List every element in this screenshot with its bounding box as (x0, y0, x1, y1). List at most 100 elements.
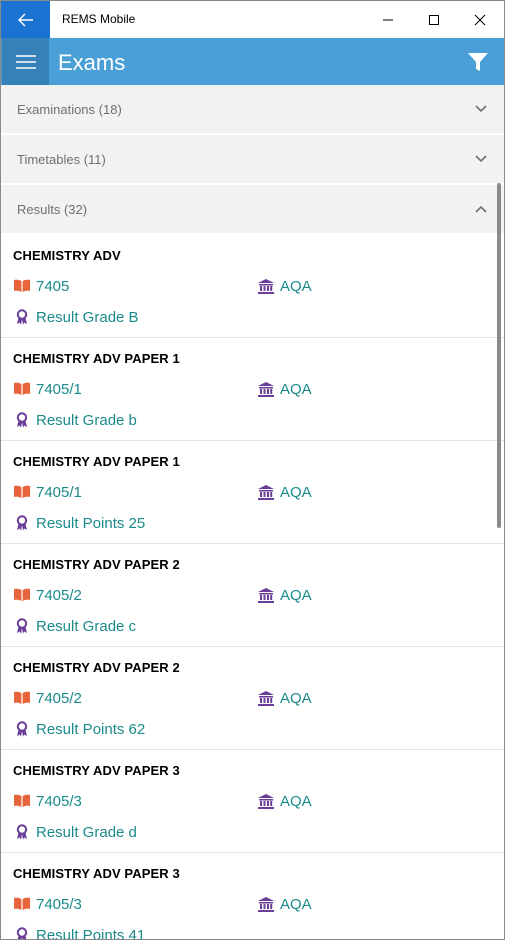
close-icon (474, 14, 486, 25)
section-results[interactable]: Results (32) (1, 185, 504, 235)
book-icon (13, 586, 31, 604)
institution-icon (257, 380, 275, 398)
institution-icon (257, 277, 275, 295)
institution-icon (257, 586, 275, 604)
board-value: AQA (280, 483, 312, 501)
list-item[interactable]: CHEMISTRY ADV 7405 AQA Result Grade B (1, 235, 504, 338)
book-icon (13, 689, 31, 707)
page-title: Exams (58, 50, 126, 75)
results-list: CHEMISTRY ADV 7405 AQA Result Grade B CH… (1, 235, 504, 940)
exam-board: AQA (257, 482, 312, 502)
exam-board: AQA (257, 894, 312, 914)
list-item[interactable]: CHEMISTRY ADV PAPER 3 7405/3 AQA Result … (1, 750, 504, 853)
item-title: CHEMISTRY ADV PAPER 1 (13, 351, 180, 366)
content-area: Examinations (18) Timetables (11) Result… (1, 85, 504, 940)
result-value: Result Points 41 (36, 926, 146, 940)
exam-code: 7405/1 (13, 379, 82, 399)
exam-result: Result Points 41 (13, 925, 146, 940)
exam-code: 7405/3 (13, 791, 82, 811)
exam-board: AQA (257, 276, 312, 296)
section-label: Results (32) (17, 202, 88, 217)
close-button[interactable] (457, 1, 503, 38)
board-value: AQA (280, 586, 312, 604)
minimize-button[interactable] (365, 1, 411, 38)
exam-result: Result Points 62 (13, 719, 145, 739)
exam-result: Result Grade c (13, 616, 136, 636)
chevron-down-icon (475, 155, 487, 163)
award-ribbon-icon (13, 926, 31, 939)
award-ribbon-icon (13, 617, 31, 635)
exam-board: AQA (257, 585, 312, 605)
exam-board: AQA (257, 379, 312, 399)
exam-code: 7405 (13, 276, 69, 296)
award-ribbon-icon (13, 514, 31, 532)
section-examinations[interactable]: Examinations (18) (1, 85, 504, 135)
item-title: CHEMISTRY ADV PAPER 2 (13, 557, 180, 572)
code-value: 7405/2 (36, 689, 82, 707)
institution-icon (257, 895, 275, 913)
list-item[interactable]: CHEMISTRY ADV PAPER 2 7405/2 AQA Result … (1, 647, 504, 750)
list-item[interactable]: CHEMISTRY ADV PAPER 2 7405/2 AQA Result … (1, 544, 504, 647)
result-value: Result Grade B (36, 308, 139, 326)
board-value: AQA (280, 380, 312, 398)
maximize-button[interactable] (411, 1, 457, 38)
list-item[interactable]: CHEMISTRY ADV PAPER 1 7405/1 AQA Result … (1, 441, 504, 544)
chevron-down-icon (475, 105, 487, 113)
back-button[interactable] (1, 1, 50, 38)
scrollbar[interactable] (497, 183, 501, 528)
book-icon (13, 792, 31, 810)
board-value: AQA (280, 277, 312, 295)
exam-board: AQA (257, 688, 312, 708)
exam-result: Result Grade d (13, 822, 137, 842)
award-ribbon-icon (13, 308, 31, 326)
section-label: Timetables (11) (17, 152, 106, 167)
section-timetables[interactable]: Timetables (11) (1, 135, 504, 185)
item-title: CHEMISTRY ADV PAPER 3 (13, 763, 180, 778)
exam-result: Result Grade b (13, 410, 137, 430)
institution-icon (257, 483, 275, 501)
exam-board: AQA (257, 791, 312, 811)
code-value: 7405/1 (36, 483, 82, 501)
code-value: 7405/3 (36, 792, 82, 810)
result-value: Result Grade d (36, 823, 137, 841)
result-value: Result Grade b (36, 411, 137, 429)
exam-code: 7405/3 (13, 894, 82, 914)
menu-button[interactable] (2, 38, 49, 85)
award-ribbon-icon (13, 823, 31, 841)
code-value: 7405 (36, 277, 70, 295)
award-ribbon-icon (13, 720, 31, 738)
filter-icon (468, 53, 488, 71)
award-ribbon-icon (13, 411, 31, 429)
institution-icon (257, 689, 275, 707)
arrow-left-icon (17, 13, 33, 26)
list-item[interactable]: CHEMISTRY ADV PAPER 1 7405/1 AQA Result … (1, 338, 504, 441)
code-value: 7405/2 (36, 586, 82, 604)
item-title: CHEMISTRY ADV PAPER 1 (13, 454, 180, 469)
exam-code: 7405/1 (13, 482, 82, 502)
book-icon (13, 277, 31, 295)
exam-code: 7405/2 (13, 585, 82, 605)
code-value: 7405/1 (36, 380, 82, 398)
book-icon (13, 380, 31, 398)
result-value: Result Points 25 (36, 514, 146, 532)
exam-code: 7405/2 (13, 688, 82, 708)
filter-button[interactable] (463, 47, 493, 77)
hamburger-menu-icon (15, 54, 36, 69)
app-window: REMS Mobile Exams Examinations (18) Time… (0, 0, 505, 940)
board-value: AQA (280, 792, 312, 810)
list-item[interactable]: CHEMISTRY ADV PAPER 3 7405/3 AQA Result … (1, 853, 504, 940)
result-value: Result Points 62 (36, 720, 146, 738)
item-title: CHEMISTRY ADV (13, 248, 121, 263)
chevron-up-icon (475, 205, 487, 213)
item-title: CHEMISTRY ADV PAPER 2 (13, 660, 180, 675)
institution-icon (257, 792, 275, 810)
exam-result: Result Grade B (13, 307, 139, 327)
code-value: 7405/3 (36, 895, 82, 913)
section-label: Examinations (18) (17, 102, 122, 117)
app-header: Exams (1, 38, 504, 85)
maximize-icon (429, 14, 439, 25)
title-bar: REMS Mobile (1, 1, 504, 38)
book-icon (13, 895, 31, 913)
result-value: Result Grade c (36, 617, 137, 635)
book-icon (13, 483, 31, 501)
